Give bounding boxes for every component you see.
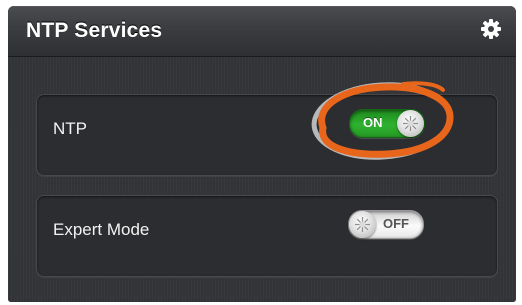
settings-content: NTP ON Expert Mode OFF: [8, 57, 516, 302]
ntp-toggle[interactable]: ON: [349, 109, 425, 138]
expert-mode-label: Expert Mode: [53, 220, 150, 239]
page-title: NTP Services: [26, 19, 163, 42]
setting-row-expert-mode: Expert Mode OFF: [36, 195, 498, 277]
gear-icon[interactable]: [480, 18, 502, 40]
title-bar: NTP Services: [8, 6, 516, 57]
ntp-label: NTP: [53, 119, 87, 138]
expert-mode-toggle[interactable]: OFF: [348, 210, 424, 239]
expert-mode-toggle-text: OFF: [383, 216, 409, 231]
ntp-toggle-text: ON: [363, 115, 383, 130]
toggle-knob-icon: [397, 110, 424, 137]
setting-row-ntp: NTP ON: [36, 94, 498, 176]
ntp-services-panel: NTP Services NTP ON Expert Mode OFF: [8, 6, 516, 302]
toggle-knob-icon: [349, 211, 376, 238]
